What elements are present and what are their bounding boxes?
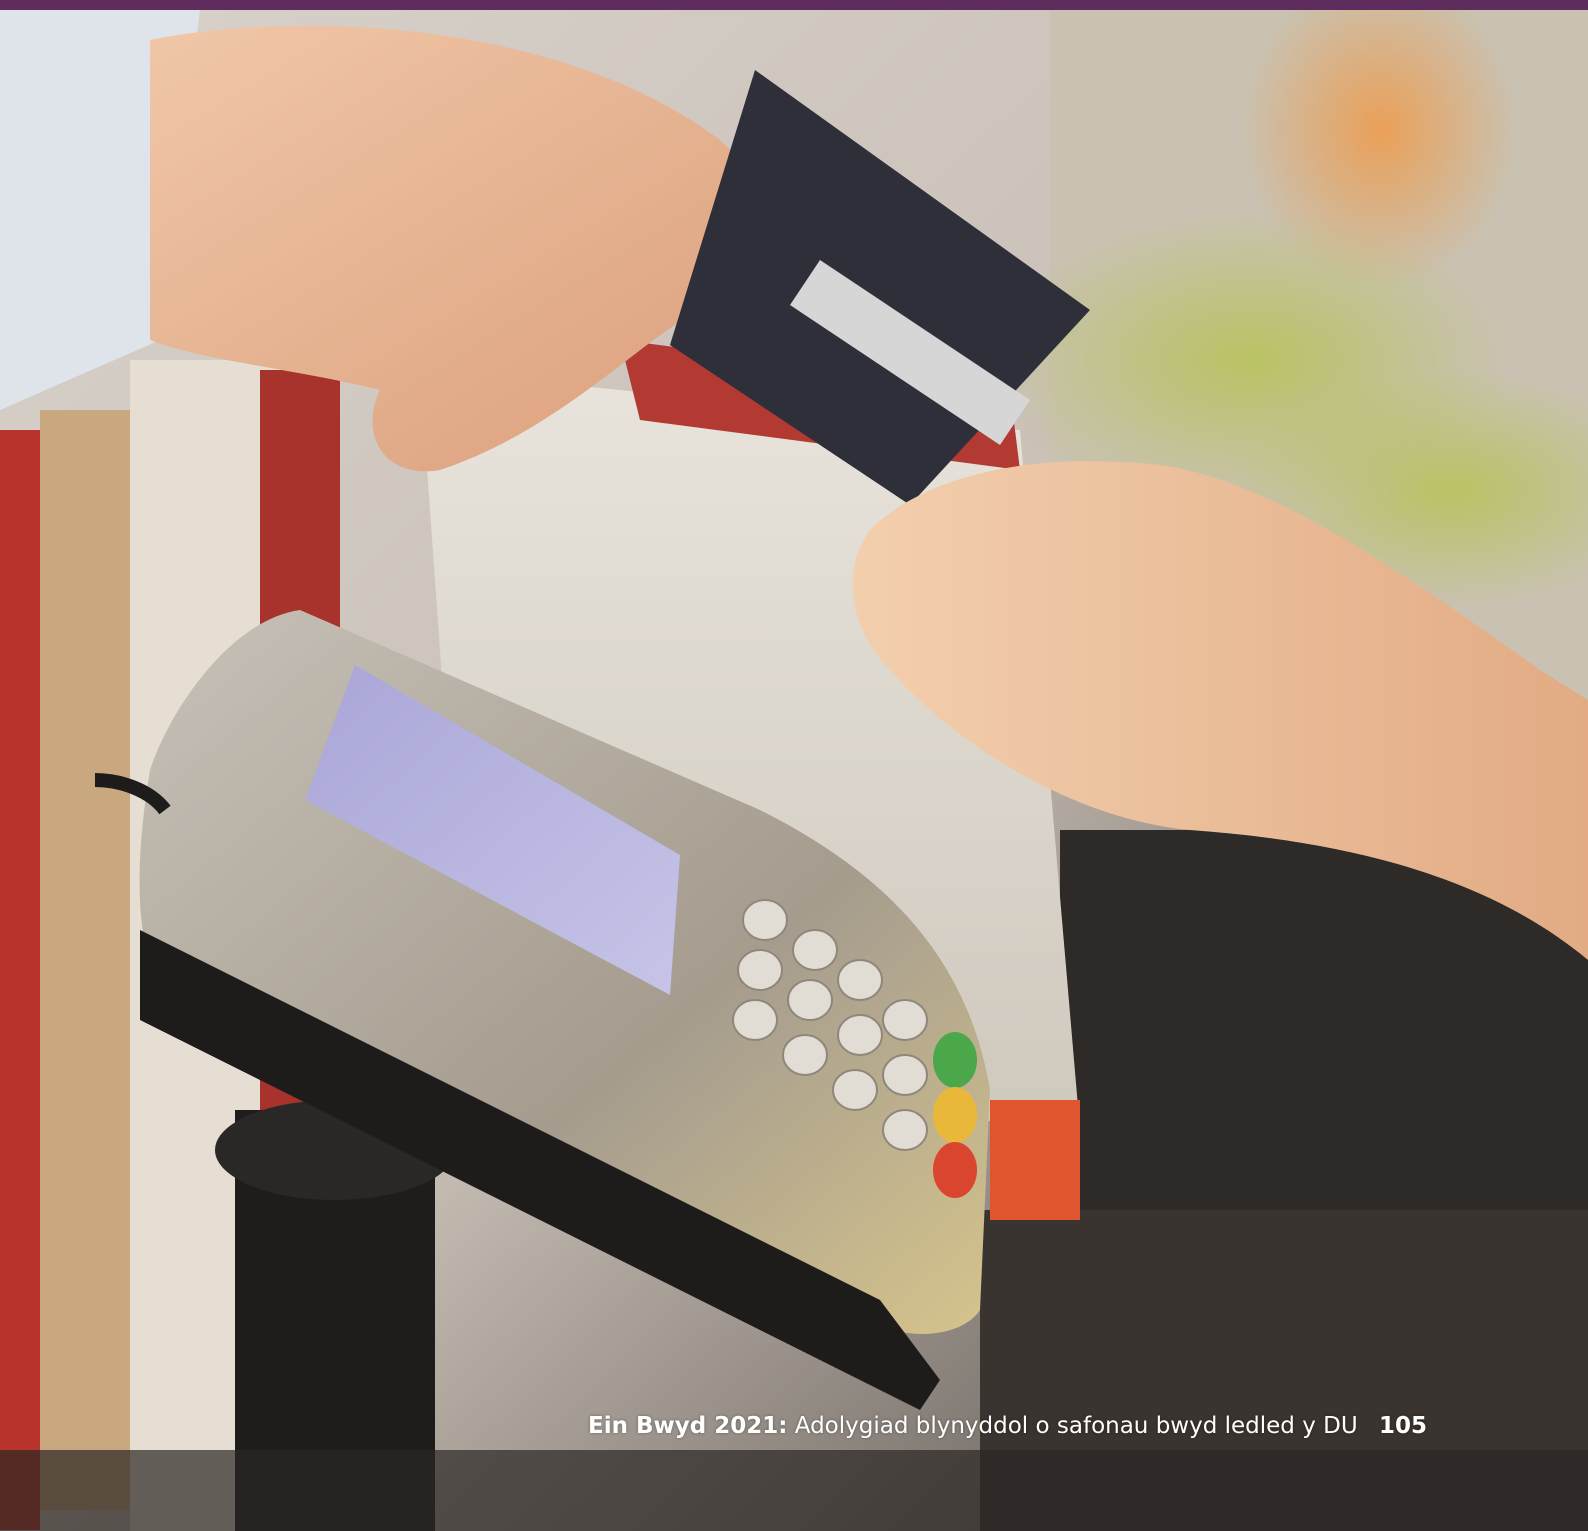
card-payment-photo [0,10,1588,1531]
page-number: 105 [1379,1413,1428,1439]
report-title: Ein Bwyd 2021: [588,1413,788,1439]
report-subtitle: Adolygiad blynyddol o safonau bwyd ledle… [794,1413,1358,1439]
document-page: Ein Bwyd 2021: Adolygiad blynyddol o saf… [0,0,1588,1531]
running-footer: Ein Bwyd 2021: Adolygiad blynyddol o saf… [588,1413,1427,1439]
brand-top-bar [0,0,1588,10]
